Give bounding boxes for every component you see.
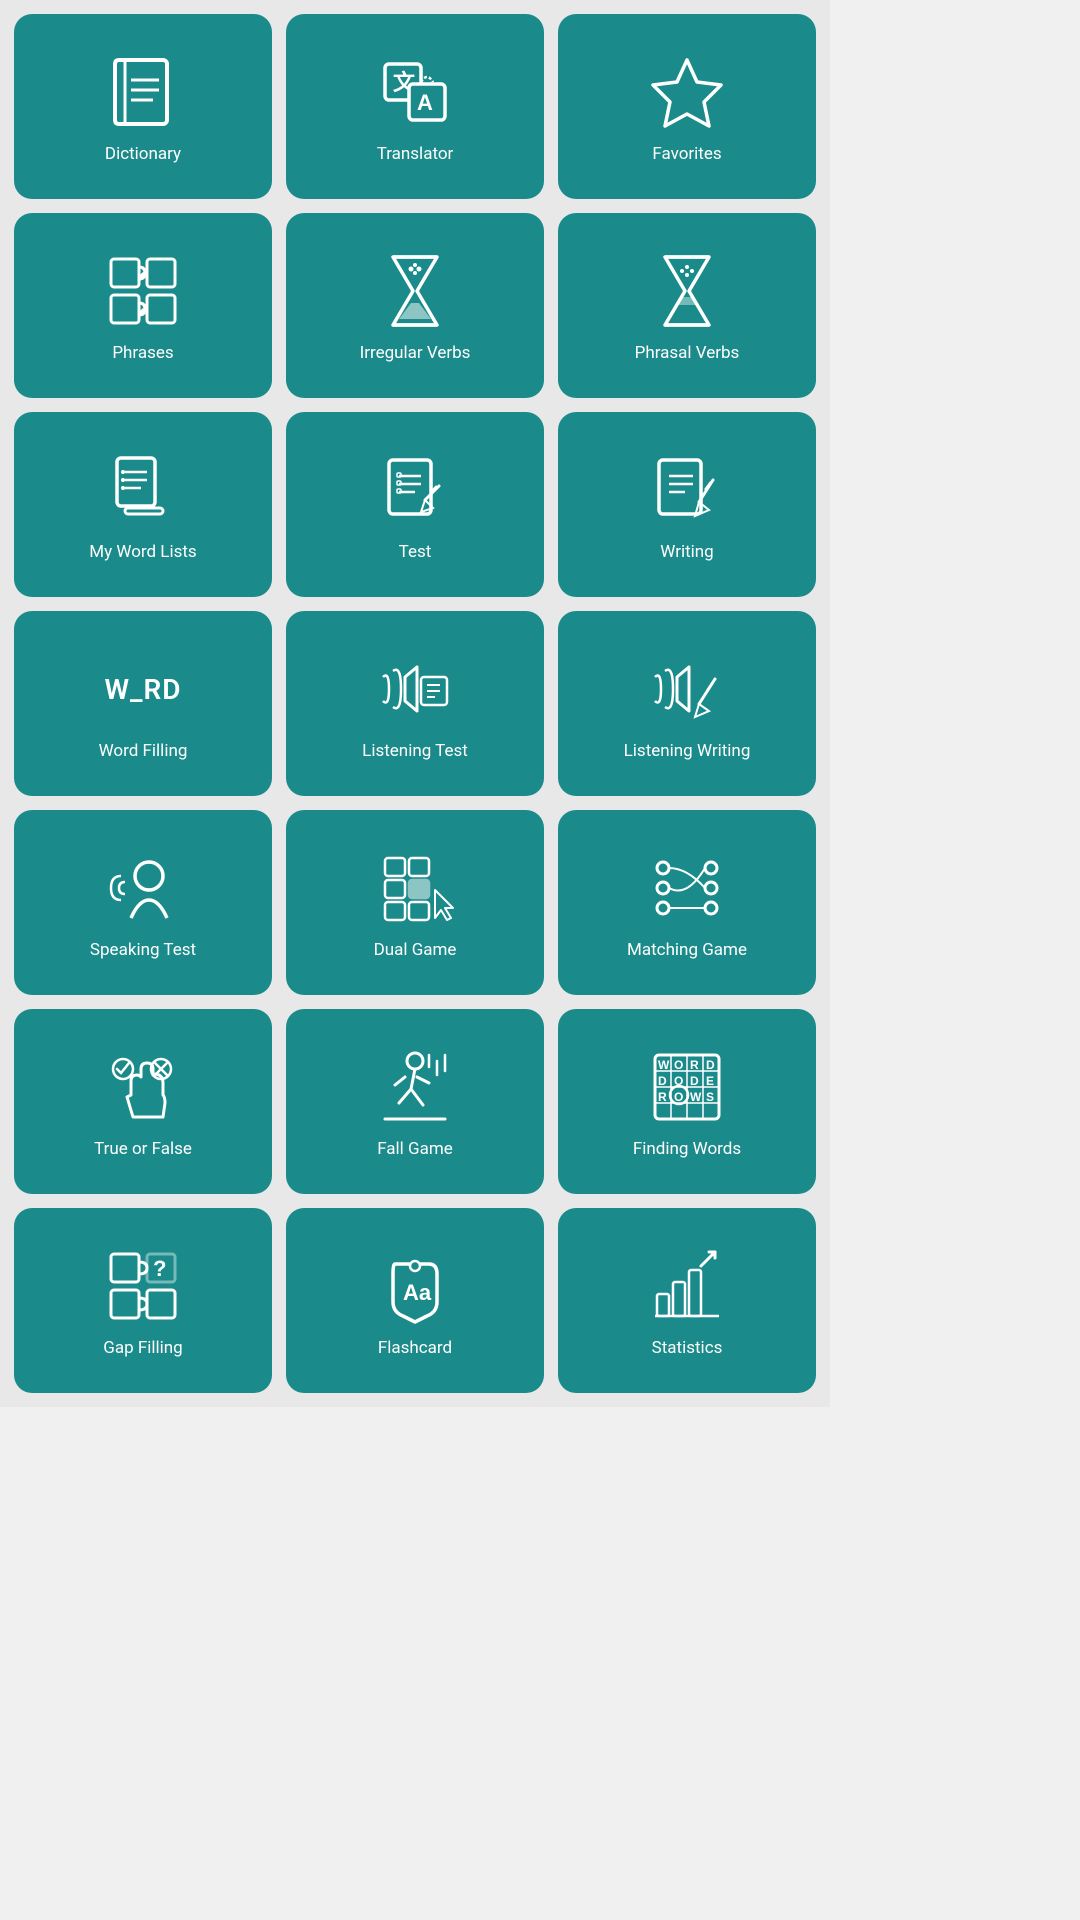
tile-listening-writing-label: Listening Writing [624, 741, 751, 761]
svg-text:O: O [674, 1058, 683, 1072]
tile-phrasal-verbs-label: Phrasal Verbs [635, 343, 740, 363]
word-fill-text: W_RD [104, 673, 181, 706]
svg-text:R: R [690, 1058, 699, 1072]
tile-favorites[interactable]: Favorites [558, 14, 816, 199]
writing-icon [642, 450, 732, 530]
tile-matching-game[interactable]: Matching Game [558, 810, 816, 995]
tile-speaking-test[interactable]: Speaking Test [14, 810, 272, 995]
matching-game-icon [642, 848, 732, 928]
tile-irregular-verbs-label: Irregular Verbs [360, 343, 471, 363]
svg-text:D: D [658, 1074, 667, 1088]
tile-fall-game-label: Fall Game [377, 1139, 453, 1159]
tile-writing-label: Writing [660, 542, 713, 562]
tile-favorites-label: Favorites [652, 144, 721, 164]
irregular-verbs-icon [370, 251, 460, 331]
app-grid: Dictionary 文 A Translator Favorites [0, 0, 830, 1407]
svg-text:W: W [690, 1090, 702, 1104]
tile-test-label: Test [399, 542, 432, 562]
svg-text:A: A [417, 90, 433, 115]
tile-my-word-lists[interactable]: My Word Lists [14, 412, 272, 597]
favorites-icon [642, 52, 732, 132]
phrases-icon [98, 251, 188, 331]
tile-gap-filling-label: Gap Filling [103, 1338, 182, 1358]
tile-phrases[interactable]: Phrases [14, 213, 272, 398]
svg-text:D: D [690, 1074, 699, 1088]
fall-game-icon [370, 1047, 460, 1127]
translator-icon: 文 A [370, 52, 460, 132]
dual-game-icon [370, 848, 460, 928]
tile-dictionary-label: Dictionary [105, 144, 181, 164]
tile-translator[interactable]: 文 A Translator [286, 14, 544, 199]
tile-listening-test-label: Listening Test [362, 741, 468, 761]
svg-text:D: D [706, 1058, 715, 1072]
svg-text:E: E [706, 1074, 714, 1088]
tile-finding-words[interactable]: W O R D D O D E R O W S Finding Words [558, 1009, 816, 1194]
tile-listening-writing[interactable]: Listening Writing [558, 611, 816, 796]
tile-dual-game-label: Dual Game [374, 940, 457, 960]
tile-test[interactable]: Test [286, 412, 544, 597]
tile-true-or-false[interactable]: True or False [14, 1009, 272, 1194]
svg-text:Aa: Aa [403, 1280, 432, 1305]
phrasal-verbs-icon [642, 251, 732, 331]
tile-flashcard[interactable]: Aa Flashcard [286, 1208, 544, 1393]
tile-translator-label: Translator [377, 144, 454, 164]
statistics-icon [642, 1246, 732, 1326]
tile-gap-filling[interactable]: ? Gap Filling [14, 1208, 272, 1393]
my-word-lists-icon [98, 450, 188, 530]
tile-finding-words-label: Finding Words [633, 1139, 741, 1159]
test-icon [370, 450, 460, 530]
finding-words-icon: W O R D D O D E R O W S [642, 1047, 732, 1127]
true-or-false-icon [98, 1047, 188, 1127]
tile-word-filling-label: Word Filling [99, 741, 188, 761]
tile-listening-test[interactable]: Listening Test [286, 611, 544, 796]
listening-test-icon [370, 649, 460, 729]
dictionary-icon [98, 52, 188, 132]
word-filling-icon: W_RD [98, 649, 188, 729]
tile-fall-game[interactable]: Fall Game [286, 1009, 544, 1194]
tile-flashcard-label: Flashcard [378, 1338, 452, 1358]
tile-dual-game[interactable]: Dual Game [286, 810, 544, 995]
tile-writing[interactable]: Writing [558, 412, 816, 597]
speaking-test-icon [98, 848, 188, 928]
tile-phrases-label: Phrases [112, 343, 173, 363]
gap-filling-icon: ? [98, 1246, 188, 1326]
svg-text:W: W [658, 1058, 670, 1072]
tile-statistics-label: Statistics [652, 1338, 723, 1358]
tile-speaking-test-label: Speaking Test [90, 940, 196, 960]
svg-text:?: ? [153, 1256, 166, 1281]
svg-text:S: S [706, 1090, 714, 1104]
tile-statistics[interactable]: Statistics [558, 1208, 816, 1393]
tile-my-word-lists-label: My Word Lists [89, 542, 196, 562]
tile-true-or-false-label: True or False [94, 1139, 192, 1159]
listening-writing-icon [642, 649, 732, 729]
tile-word-filling[interactable]: W_RD Word Filling [14, 611, 272, 796]
tile-dictionary[interactable]: Dictionary [14, 14, 272, 199]
tile-matching-game-label: Matching Game [627, 940, 747, 960]
svg-text:R: R [658, 1090, 667, 1104]
tile-irregular-verbs[interactable]: Irregular Verbs [286, 213, 544, 398]
tile-phrasal-verbs[interactable]: Phrasal Verbs [558, 213, 816, 398]
flashcard-icon: Aa [370, 1246, 460, 1326]
